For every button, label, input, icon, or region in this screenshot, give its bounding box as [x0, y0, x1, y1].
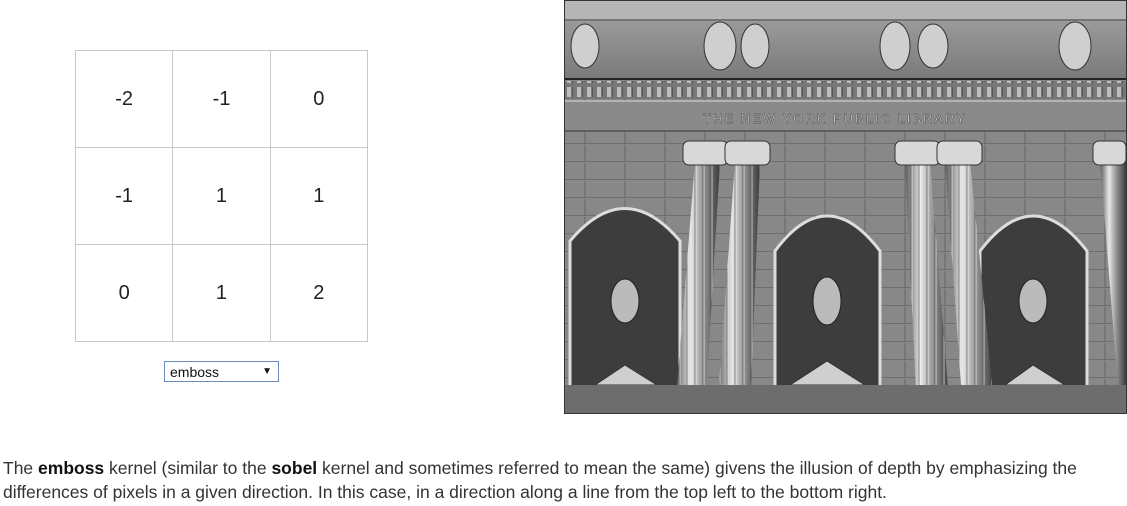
- kernel-cell[interactable]: -1: [173, 51, 271, 148]
- emboss-term: emboss: [38, 458, 105, 478]
- kernel-description: The emboss kernel (similar to the sobel …: [3, 458, 1077, 502]
- kernel-cell[interactable]: 1: [270, 148, 368, 245]
- kernel-select-value: emboss: [170, 363, 220, 380]
- kernel-cell[interactable]: 1: [173, 245, 271, 342]
- dropdown-arrow-icon: ▼: [262, 366, 272, 377]
- kernel-cell[interactable]: 1: [173, 148, 271, 245]
- sobel-term: sobel: [271, 458, 318, 478]
- library-facade-image: THE NEW YORK PUBLIC LIBRARY: [565, 1, 1126, 413]
- kernel-cell[interactable]: 2: [270, 245, 368, 342]
- kernel-select[interactable]: emboss ▼: [164, 361, 279, 382]
- kernel-cell[interactable]: 0: [270, 51, 368, 148]
- kernel-matrix: -2 -1 0 -1 1 1 0 1 2: [75, 50, 368, 342]
- kernel-cell[interactable]: -1: [76, 148, 174, 245]
- embossed-library-photo: THE NEW YORK PUBLIC LIBRARY: [564, 0, 1127, 414]
- kernel-cell[interactable]: -2: [76, 51, 174, 148]
- library-sign-text: THE NEW YORK PUBLIC LIBRARY: [703, 111, 967, 126]
- kernel-cell[interactable]: 0: [76, 245, 174, 342]
